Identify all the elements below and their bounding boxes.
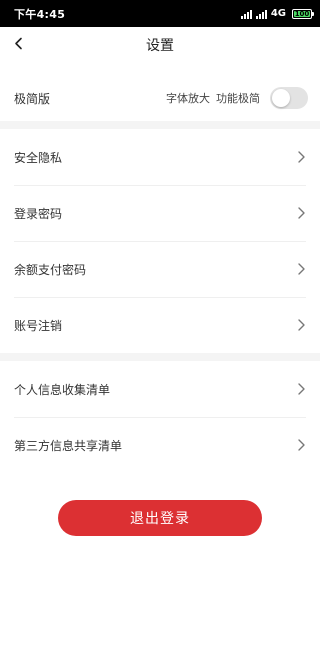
menu-item-personal-info-list[interactable]: 个人信息收集清单	[0, 361, 320, 417]
status-time: 下午4:45	[14, 7, 66, 21]
battery-icon: 100	[292, 8, 314, 19]
status-bar: 下午4:45 4G 100	[0, 0, 320, 27]
simple-mode-toggle[interactable]	[270, 87, 308, 109]
signal-icon	[240, 9, 252, 19]
battery-percent: 100	[294, 9, 310, 18]
simple-mode-row: 极简版 字体放大 功能极简	[0, 75, 320, 121]
menu-item-security-privacy[interactable]: 安全隐私	[0, 129, 320, 185]
menu-item-label: 余额支付密码	[14, 262, 87, 277]
menu-item-label: 账号注销	[14, 318, 63, 333]
chevron-right-icon	[298, 207, 305, 219]
simple-mode-label: 极简版	[14, 91, 51, 106]
page-title: 设置	[146, 38, 174, 54]
menu-item-label: 安全隐私	[14, 150, 63, 165]
settings-screen: 下午4:45 4G 100 设置 极简版 字体放大 功能极简 安全隐私 登录密码…	[0, 0, 320, 665]
section-divider	[0, 121, 320, 129]
security-menu-group: 安全隐私 登录密码 余额支付密码 账号注销	[0, 129, 320, 353]
status-indicators: 4G 100	[240, 8, 314, 19]
chevron-right-icon	[298, 263, 305, 275]
menu-item-label: 个人信息收集清单	[14, 382, 111, 397]
toggle-knob	[272, 89, 290, 107]
chevron-right-icon	[298, 151, 305, 163]
menu-item-account-deletion[interactable]: 账号注销	[0, 297, 320, 353]
menu-item-label: 登录密码	[14, 206, 63, 221]
chevron-right-icon	[298, 439, 305, 451]
section-divider	[0, 353, 320, 361]
nav-bar: 设置	[0, 27, 320, 63]
logout-button[interactable]: 退出登录	[58, 500, 262, 536]
chevron-right-icon	[298, 319, 305, 331]
signal-icon	[255, 9, 267, 19]
chevron-right-icon	[298, 383, 305, 395]
battery-tip	[312, 11, 314, 16]
mode-option-font-enlarge: 字体放大	[166, 92, 210, 105]
info-list-menu-group: 个人信息收集清单 第三方信息共享清单	[0, 361, 320, 473]
menu-item-label: 第三方信息共享清单	[14, 438, 123, 453]
mode-option-simple-features: 功能极简	[216, 92, 260, 105]
menu-item-balance-pay-password[interactable]: 余额支付密码	[0, 241, 320, 297]
simple-mode-options: 字体放大 功能极简	[166, 87, 308, 109]
menu-item-third-party-sharing-list[interactable]: 第三方信息共享清单	[0, 417, 320, 473]
network-type: 4G	[270, 8, 286, 19]
menu-item-login-password[interactable]: 登录密码	[0, 185, 320, 241]
